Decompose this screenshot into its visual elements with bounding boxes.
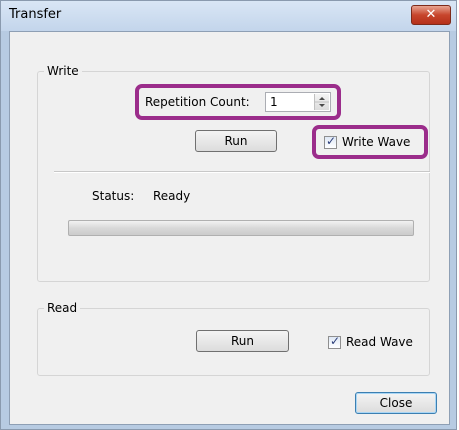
transfer-dialog: Transfer ✕ Write Repetition Count: 1 Run… [0,0,457,430]
progress-bar [68,220,414,236]
close-window-icon[interactable]: ✕ [411,5,451,25]
read-wave-check-icon: ✓ [330,334,341,348]
close-button[interactable]: Close [355,392,437,414]
write-wave-highlight [312,125,428,159]
status-label: Status: [92,189,135,203]
dialog-body: Write Repetition Count: 1 Run ✓ Write Wa… [9,31,450,425]
write-group-legend: Write [44,64,82,78]
read-wave-label[interactable]: Read Wave [346,335,413,349]
read-wave-checkbox[interactable]: ✓ [328,334,341,349]
write-run-button[interactable]: Run [195,130,277,152]
read-run-button[interactable]: Run [196,330,289,352]
status-value: Ready [153,189,191,203]
read-group-legend: Read [44,301,81,315]
write-separator [54,171,430,173]
window-title: Transfer [9,7,62,22]
title-bar[interactable]: Transfer ✕ [1,1,456,31]
repetition-count-highlight [135,84,341,120]
